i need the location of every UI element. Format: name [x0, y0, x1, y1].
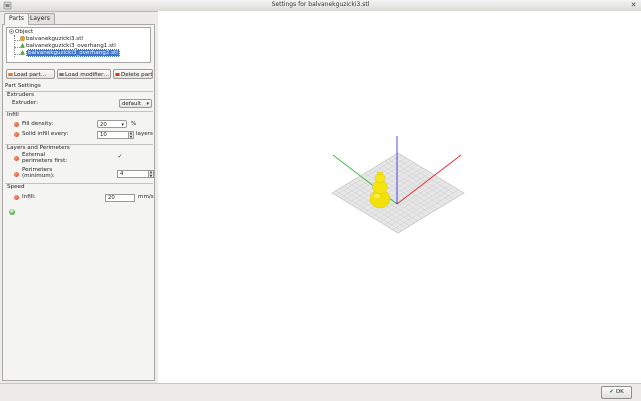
infill-speed-input[interactable]: 20 [105, 194, 135, 202]
remove-setting-icon[interactable] [14, 195, 19, 200]
tree-item-label: balvanekguzicki3.stl [26, 36, 83, 42]
infill-header: Infill [7, 112, 19, 118]
extruder-value: default [122, 101, 141, 107]
tree-item-object[interactable]: Object [9, 29, 33, 36]
parts-panel: Object balvanekguzicki3.stl balvanekguzi… [2, 24, 155, 381]
chevron-down-icon: ▾ [121, 122, 124, 128]
perimeters-label-2: (minimum): [22, 173, 55, 179]
add-setting-icon[interactable]: + [9, 209, 15, 215]
spin-down-icon[interactable]: ▼ [149, 174, 153, 179]
spin-buttons[interactable]: ▲ ▼ [129, 131, 134, 139]
fill-density-unit: % [131, 121, 137, 127]
remove-setting-icon[interactable] [14, 132, 19, 137]
load-modifier-button[interactable]: Load modifier… [57, 69, 111, 79]
remove-setting-icon[interactable] [14, 172, 19, 177]
spin-buttons[interactable]: ▲ ▼ [149, 170, 154, 178]
close-icon[interactable]: ✕ [629, 1, 638, 10]
layers-perimeters-header: Layers and Perimeters [7, 145, 70, 151]
perimeters-input[interactable]: 4 [117, 170, 149, 178]
external-perimeters-label-2: perimeters first: [22, 158, 68, 164]
3d-viewport[interactable] [158, 11, 641, 383]
tab-layers[interactable]: Layers [25, 13, 55, 24]
part-settings-heading: Part Settings [5, 83, 41, 89]
check-icon: ✔ [609, 389, 614, 395]
modifier-add-icon [59, 73, 64, 76]
load-part-label: Load part… [14, 72, 47, 78]
object-tree[interactable]: Object balvanekguzicki3.stl balvanekguzi… [6, 27, 151, 63]
remove-setting-icon[interactable] [14, 122, 19, 127]
tree-item-modifier-selected[interactable]: balvanekguzicki3_overhang2.stl [20, 49, 120, 57]
part-buttons: Load part… Load modifier… Delete part [6, 69, 153, 79]
load-modifier-label: Load modifier… [65, 72, 110, 78]
brick-add-icon [8, 73, 13, 76]
infill-speed-label: Infill: [22, 194, 36, 200]
chevron-down-icon: ▾ [146, 101, 149, 107]
load-part-button[interactable]: Load part… [6, 69, 55, 79]
window-title: Settings for balvanekguzicki3.stl [271, 1, 370, 8]
solid-infill-every-input[interactable]: 10 [97, 131, 129, 139]
part-icon [20, 36, 25, 41]
speed-group: Speed Infill: 20 mm/s [5, 183, 154, 206]
modifier-icon [20, 50, 25, 55]
ok-button[interactable]: ✔ OK [601, 386, 632, 399]
fill-density-label: Fill density: [22, 121, 54, 127]
fill-density-combo[interactable]: 20 ▾ [97, 120, 127, 128]
remove-setting-icon[interactable] [14, 156, 19, 161]
tab-parts[interactable]: Parts [4, 13, 29, 25]
dialog-footer: ✔ OK [0, 383, 641, 401]
modifier-icon [20, 43, 25, 48]
layers-perimeters-group: Layers and Perimeters External perimeter… [5, 144, 154, 183]
3d-scene[interactable] [158, 11, 641, 383]
infill-speed-unit: mm/s [138, 194, 154, 200]
solid-infill-every-unit: layers [136, 131, 153, 137]
infill-group: Infill Fill density: 20 ▾ % Solid infill … [5, 111, 153, 144]
speed-header: Speed [7, 184, 25, 190]
delete-part-label: Delete part [121, 72, 153, 78]
ok-label: OK [615, 389, 624, 395]
extruders-header: Extruders [7, 92, 35, 98]
tree-item-part[interactable]: balvanekguzicki3.stl [20, 36, 83, 43]
object-icon [9, 29, 14, 34]
fill-density-value: 20 [100, 122, 107, 128]
extruders-group: Extruders Extruder: default ▾ [5, 91, 153, 112]
delete-icon [115, 73, 120, 76]
tree-item-label: balvanekguzicki3_overhang2.stl [26, 49, 120, 57]
delete-part-button[interactable]: Delete part [113, 69, 153, 79]
external-perimeters-checkbox[interactable]: ✓ [117, 154, 123, 160]
spin-down-icon[interactable]: ▼ [129, 135, 133, 140]
solid-infill-every-label: Solid infill every: [22, 131, 69, 137]
extruder-select[interactable]: default ▾ [119, 99, 152, 108]
tree-item-label: Object [15, 29, 34, 35]
extruder-label: Extruder: [12, 100, 38, 106]
